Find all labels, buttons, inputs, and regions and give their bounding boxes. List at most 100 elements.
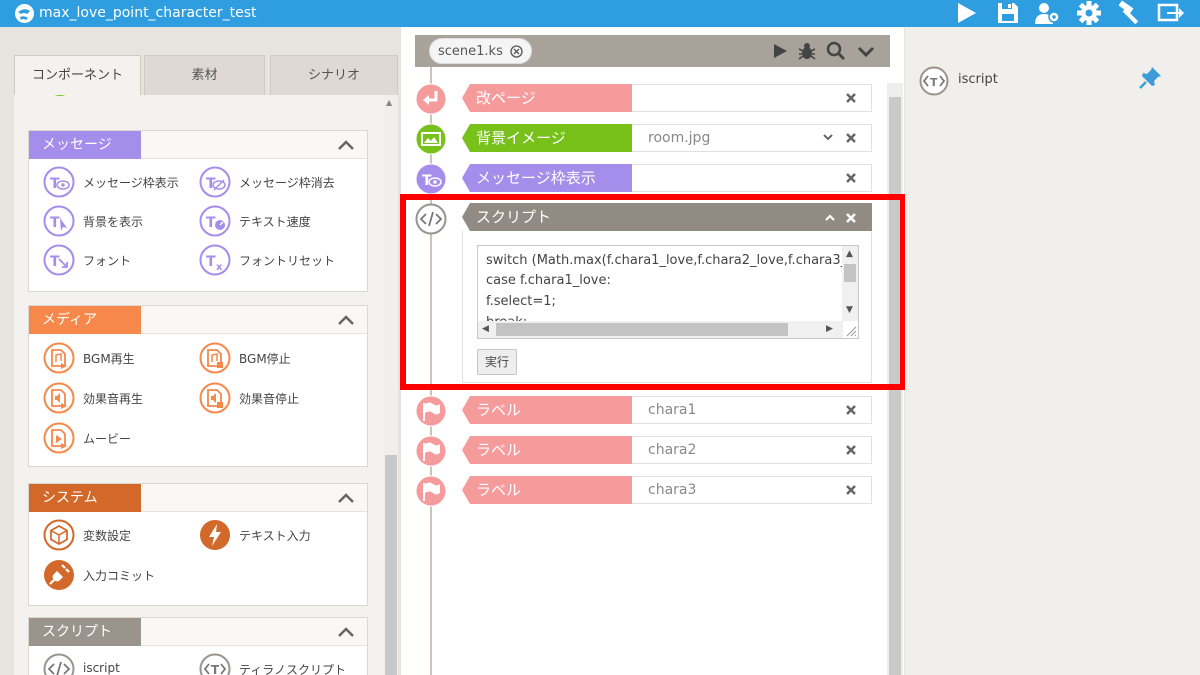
- close-icon[interactable]: [845, 172, 857, 184]
- tag-label[interactable]: メッセージ枠表示: [462, 164, 632, 192]
- message-hide-icon: T: [199, 166, 231, 198]
- scrollbar-thumb[interactable]: [385, 455, 397, 675]
- script-block-header[interactable]: スクリプト: [462, 203, 872, 231]
- tag-value[interactable]: [632, 164, 872, 192]
- tag-row-label-1[interactable]: ラベル chara1: [415, 395, 873, 427]
- text-background-icon: T: [43, 205, 75, 237]
- chevron-down-icon[interactable]: [855, 40, 877, 62]
- section-header[interactable]: メッセージ: [29, 131, 367, 159]
- hammer-icon[interactable]: [1116, 0, 1144, 26]
- message-show-icon: T: [43, 166, 75, 198]
- section-title: メディア: [29, 306, 141, 334]
- close-icon[interactable]: [845, 484, 857, 496]
- tag-row-background[interactable]: 背景イメージ room.jpg: [415, 123, 873, 155]
- chevron-down-icon[interactable]: [822, 131, 834, 143]
- chevron-up-icon[interactable]: [337, 137, 355, 153]
- svg-text:T: T: [50, 176, 60, 192]
- bug-icon[interactable]: [796, 40, 818, 62]
- tag-label[interactable]: ラベル: [462, 476, 632, 504]
- section-header[interactable]: メディア: [29, 306, 367, 334]
- code-horizontal-scrollbar[interactable]: ◀ ▶: [478, 321, 843, 338]
- code-line: switch (Math.max(f.chara1_love,f.chara2_…: [486, 253, 851, 268]
- comp-label: メッセージ枠表示: [83, 176, 179, 190]
- play-icon[interactable]: [953, 0, 981, 26]
- tag-label[interactable]: 背景イメージ: [462, 124, 632, 152]
- tag-row-label-3[interactable]: ラベル chara3: [415, 475, 873, 507]
- se-stop-icon: [199, 382, 231, 414]
- search-icon[interactable]: [825, 40, 847, 62]
- properties-panel: T iscript: [905, 27, 1200, 675]
- tab-assets[interactable]: 素材: [144, 55, 265, 95]
- tag-value[interactable]: room.jpg: [632, 124, 872, 152]
- left-scrollbar[interactable]: ▲: [384, 95, 398, 675]
- comp-label: 効果音再生: [83, 392, 144, 406]
- comp-label: 変数設定: [83, 529, 132, 543]
- close-icon[interactable]: [845, 404, 857, 416]
- center-scrollbar[interactable]: [887, 83, 903, 675]
- chevron-up-icon[interactable]: [337, 312, 355, 328]
- svg-text:T: T: [422, 173, 432, 189]
- comp-label: テキスト入力: [239, 529, 311, 543]
- app-title: max_love_point_character_test: [39, 5, 257, 21]
- save-icon[interactable]: [994, 0, 1022, 26]
- scrollbar-thumb[interactable]: [889, 97, 901, 675]
- scene-tab[interactable]: scene1.ks: [429, 38, 532, 64]
- font-icon: T: [43, 244, 75, 276]
- execute-button[interactable]: 実行: [477, 349, 517, 375]
- font-reset-icon: Tx: [199, 244, 231, 276]
- tab-components[interactable]: コンポーネント: [14, 55, 141, 95]
- comp-label: 効果音停止: [239, 392, 300, 406]
- se-play-icon: [43, 382, 75, 414]
- chevron-up-icon[interactable]: [824, 212, 836, 224]
- comp-label: 入力コミット: [83, 569, 156, 583]
- close-icon[interactable]: [845, 92, 857, 104]
- tag-label[interactable]: ラベル: [462, 436, 632, 464]
- comp-label: テキスト速度: [239, 215, 311, 229]
- svg-text:x: x: [216, 262, 223, 273]
- play-icon[interactable]: [769, 40, 791, 62]
- tag-label[interactable]: ラベル: [462, 396, 632, 424]
- comp-label: 背景を表示: [83, 215, 144, 229]
- pin-icon[interactable]: [1138, 64, 1164, 90]
- section-header[interactable]: スクリプト: [29, 618, 367, 646]
- tag-row-page-break[interactable]: 改ページ: [415, 83, 873, 115]
- background-image-icon: [415, 123, 447, 155]
- section-header[interactable]: システム: [29, 484, 367, 512]
- resize-grip-icon[interactable]: [843, 323, 857, 337]
- bgm-play-icon: [43, 342, 75, 374]
- users-icon[interactable]: [1033, 0, 1061, 26]
- close-circle-icon[interactable]: [510, 45, 523, 58]
- svg-text:T: T: [211, 663, 220, 675]
- component-list: メッセージ T メッセージ枠表示 T メッセージ枠消去 T 背景を表示 T テキ…: [14, 95, 398, 675]
- flag-icon: [415, 435, 447, 467]
- text-speed-icon: T: [199, 205, 231, 237]
- tag-value[interactable]: chara2: [632, 436, 872, 464]
- tag-row-message-show[interactable]: T メッセージ枠表示: [415, 163, 873, 195]
- bgm-stop-icon: [199, 342, 231, 374]
- comp-label: フォント: [83, 254, 132, 268]
- chevron-up-icon[interactable]: [337, 490, 355, 506]
- close-icon[interactable]: [845, 444, 857, 456]
- tag-label[interactable]: 改ページ: [462, 84, 632, 112]
- scene-bar: scene1.ks: [415, 35, 890, 67]
- section-script: スクリプト iscript T ティラノスクリプト: [28, 617, 368, 675]
- section-title: スクリプト: [29, 618, 141, 646]
- chevron-up-icon[interactable]: [337, 624, 355, 640]
- tag-row-label-2[interactable]: ラベル chara2: [415, 435, 873, 467]
- image-icon: [54, 95, 66, 96]
- tab-scenario[interactable]: シナリオ: [270, 55, 398, 95]
- tag-value[interactable]: chara1: [632, 396, 872, 424]
- scrollbar-thumb[interactable]: [844, 264, 856, 282]
- script-code-textarea[interactable]: switch (Math.max(f.chara1_love,f.chara2_…: [477, 245, 859, 339]
- scene-tab-label: scene1.ks: [438, 44, 503, 59]
- export-icon[interactable]: [1157, 0, 1185, 26]
- tag-value[interactable]: chara3: [632, 476, 872, 504]
- tag-value[interactable]: [632, 84, 872, 112]
- close-icon[interactable]: [845, 212, 857, 224]
- gear-icon[interactable]: [1075, 0, 1103, 26]
- flag-icon: [415, 395, 447, 427]
- code-vertical-scrollbar[interactable]: ▲ ▼: [842, 246, 858, 321]
- close-icon[interactable]: [845, 132, 857, 144]
- scrollbar-thumb[interactable]: [496, 323, 788, 336]
- script-body: switch (Math.max(f.chara1_love,f.chara2_…: [462, 231, 872, 383]
